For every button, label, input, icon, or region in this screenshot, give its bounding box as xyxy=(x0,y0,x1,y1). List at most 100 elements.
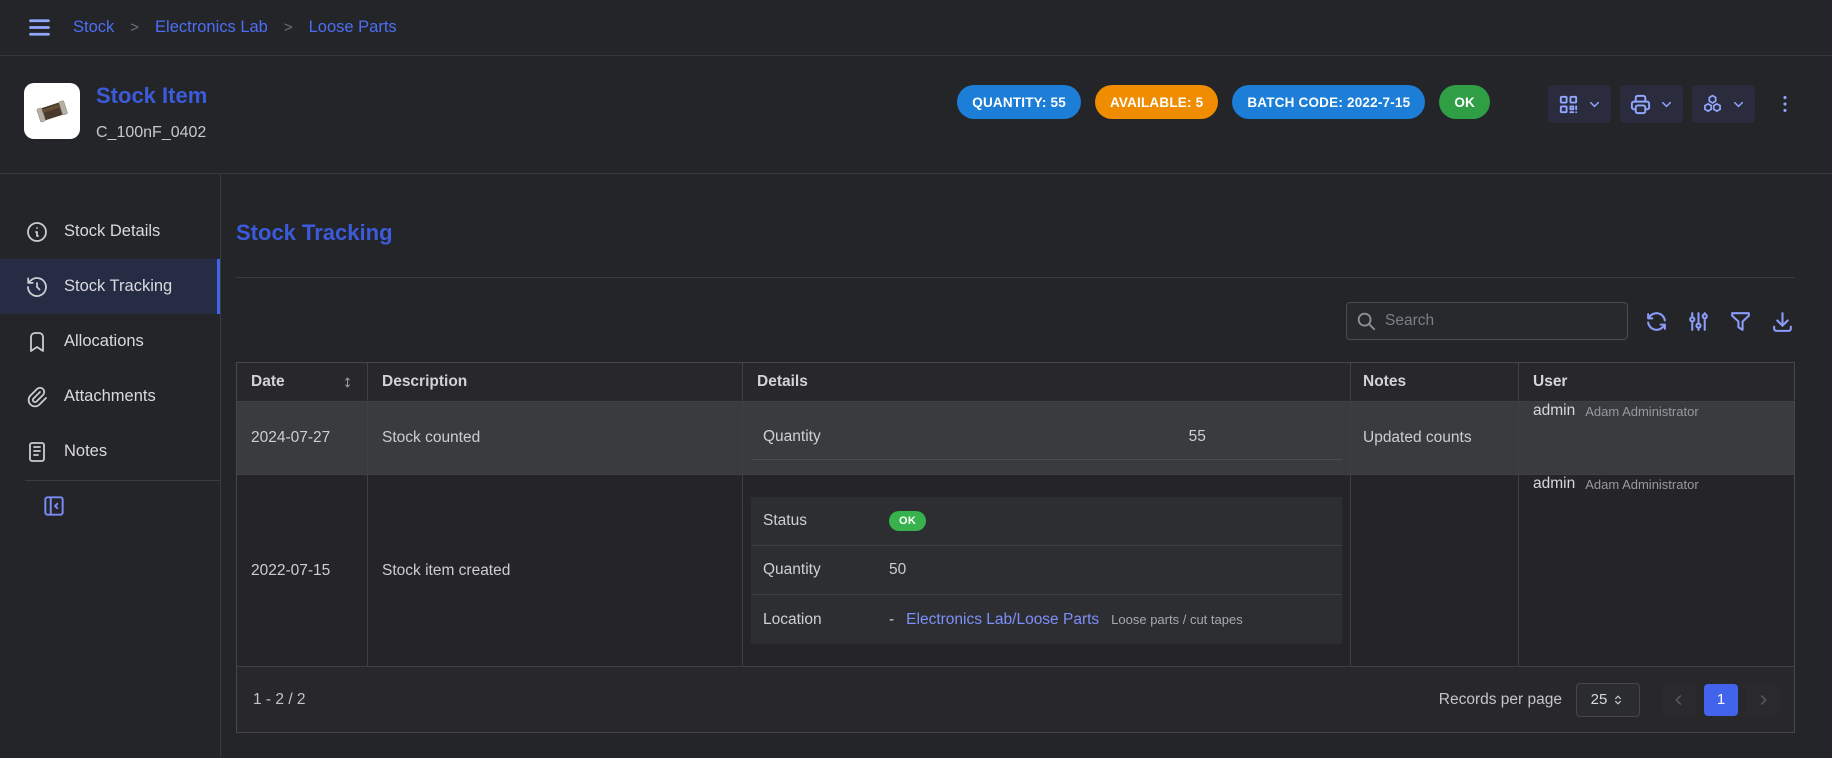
breadcrumb-stock[interactable]: Stock xyxy=(73,18,114,37)
stock-item-page: Stock > Electronics Lab > Loose Parts St… xyxy=(0,0,1832,758)
main-panel: Stock Tracking Date xyxy=(221,174,1832,757)
part-name: C_100nF_0402 xyxy=(96,124,207,142)
row-notes xyxy=(1351,475,1519,666)
table-footer: 1 - 2 / 2 Records per page 25 1 xyxy=(237,666,1794,732)
detail-label: Quantity xyxy=(751,561,889,579)
table-row: 2024-07-27 Stock counted Quantity 55 Upd… xyxy=(237,401,1794,474)
paperclip-icon xyxy=(25,385,49,409)
breadcrumb: Stock > Electronics Lab > Loose Parts xyxy=(73,18,397,37)
sidebar-item-label: Stock Details xyxy=(64,222,160,241)
row-date: 2022-07-15 xyxy=(237,475,368,666)
detail-location-row: Location - Electronics Lab/Loose Parts L… xyxy=(751,595,1342,644)
breadcrumb-loose-parts[interactable]: Loose Parts xyxy=(309,18,397,37)
more-options-icon[interactable] xyxy=(1774,93,1796,115)
row-user: admin Adam Administrator xyxy=(1519,475,1794,666)
row-description: Stock counted xyxy=(368,402,743,474)
page-title: Stock Item xyxy=(96,83,207,109)
part-thumbnail[interactable] xyxy=(24,83,80,139)
column-label: Details xyxy=(757,373,808,391)
stock-operations-button[interactable] xyxy=(1692,85,1755,123)
detail-quantity-row: Quantity 55 xyxy=(751,414,1342,460)
page-1-button[interactable]: 1 xyxy=(1704,684,1738,716)
sidebar-item-label: Allocations xyxy=(64,332,144,351)
info-circle-icon xyxy=(25,220,49,244)
sidebar-item-label: Attachments xyxy=(64,387,156,406)
column-header-details: Details xyxy=(743,363,1351,401)
page-header: Stock Item C_100nF_0402 QUANTITY: 55 AVA… xyxy=(0,56,1832,174)
row-details: Quantity 55 xyxy=(743,402,1351,474)
row-details: Status OK Quantity 50 Location - xyxy=(743,475,1351,666)
filter-icon[interactable] xyxy=(1728,309,1753,334)
user-display-name: Adam Administrator xyxy=(1585,477,1698,492)
search-icon xyxy=(1355,310,1377,332)
capacitor-image xyxy=(28,87,76,135)
breadcrumb-electronics-lab[interactable]: Electronics Lab xyxy=(155,18,268,37)
search-input[interactable] xyxy=(1346,302,1628,340)
user-display-name: Adam Administrator xyxy=(1585,404,1698,419)
next-page-icon[interactable] xyxy=(1746,684,1780,716)
username: admin xyxy=(1533,402,1575,420)
menu-icon[interactable] xyxy=(26,14,53,41)
download-icon[interactable] xyxy=(1770,309,1795,334)
row-description: Stock item created xyxy=(368,475,743,666)
selector-icon xyxy=(1611,693,1625,707)
printing-actions-button[interactable] xyxy=(1620,85,1683,123)
location-prefix: - xyxy=(889,611,894,629)
status-ok-chip: OK xyxy=(889,511,926,531)
breadcrumb-separator: > xyxy=(284,19,293,36)
panel-title: Stock Tracking xyxy=(236,218,1795,248)
column-header-date[interactable]: Date xyxy=(237,363,368,401)
status-badges: QUANTITY: 55 AVAILABLE: 5 BATCH CODE: 20… xyxy=(957,85,1490,119)
status-ok-badge: OK xyxy=(1439,85,1490,119)
bookmark-icon xyxy=(25,330,49,354)
notes-icon xyxy=(25,440,49,464)
quantity-badge: QUANTITY: 55 xyxy=(957,85,1081,119)
detail-value: 55 xyxy=(1053,428,1343,446)
column-header-description: Description xyxy=(368,363,743,401)
sidebar-item-label: Stock Tracking xyxy=(64,277,172,296)
row-date: 2024-07-27 xyxy=(237,402,368,474)
sidebar: Stock Details Stock Tracking Allocations… xyxy=(0,174,221,757)
row-user: admin Adam Administrator xyxy=(1519,402,1794,474)
detail-label: Location xyxy=(751,611,889,629)
page-size-value: 25 xyxy=(1591,691,1608,708)
available-badge: AVAILABLE: 5 xyxy=(1095,85,1218,119)
sidebar-item-notes[interactable]: Notes xyxy=(0,424,220,479)
top-navbar: Stock > Electronics Lab > Loose Parts xyxy=(0,0,1832,56)
sidebar-item-stock-details[interactable]: Stock Details xyxy=(0,204,220,259)
chevron-down-icon xyxy=(1659,97,1674,112)
record-range: 1 - 2 / 2 xyxy=(253,691,306,709)
qrcode-icon xyxy=(1557,93,1580,116)
row-notes: Updated counts xyxy=(1351,402,1519,474)
detail-quantity-row: Quantity 50 xyxy=(751,546,1342,595)
detail-label: Status xyxy=(751,512,889,530)
page-size-select[interactable]: 25 xyxy=(1576,683,1640,717)
table-header-row: Date Description Details Notes User xyxy=(237,363,1794,401)
chevron-down-icon xyxy=(1587,97,1602,112)
sort-icon xyxy=(340,375,355,390)
detail-status-row: Status OK xyxy=(751,497,1342,546)
records-per-page-label: Records per page xyxy=(1439,691,1562,709)
sidebar-divider xyxy=(25,480,220,481)
location-link[interactable]: Electronics Lab/Loose Parts xyxy=(906,611,1099,629)
chevron-down-icon xyxy=(1731,97,1746,112)
column-header-user: User xyxy=(1519,363,1794,401)
panel-divider xyxy=(236,277,1795,278)
history-icon xyxy=(25,275,49,299)
detail-label: Quantity xyxy=(751,428,1053,446)
sidebar-item-attachments[interactable]: Attachments xyxy=(0,369,220,424)
barcode-actions-button[interactable] xyxy=(1548,85,1611,123)
sidebar-item-stock-tracking[interactable]: Stock Tracking xyxy=(0,259,220,314)
adjustments-icon[interactable] xyxy=(1686,309,1711,334)
table-toolbar xyxy=(236,302,1795,340)
refresh-icon[interactable] xyxy=(1644,309,1669,334)
sidebar-collapse-icon[interactable] xyxy=(41,493,220,519)
breadcrumb-separator: > xyxy=(130,19,139,36)
sidebar-item-label: Notes xyxy=(64,442,107,461)
sidebar-item-allocations[interactable]: Allocations xyxy=(0,314,220,369)
location-description: Loose parts / cut tapes xyxy=(1111,612,1243,627)
previous-page-icon[interactable] xyxy=(1662,684,1696,716)
table-row: 2022-07-15 Stock item created Status OK … xyxy=(237,474,1794,666)
batch-code-badge: BATCH CODE: 2022-7-15 xyxy=(1232,85,1425,119)
cubes-icon xyxy=(1701,93,1724,116)
